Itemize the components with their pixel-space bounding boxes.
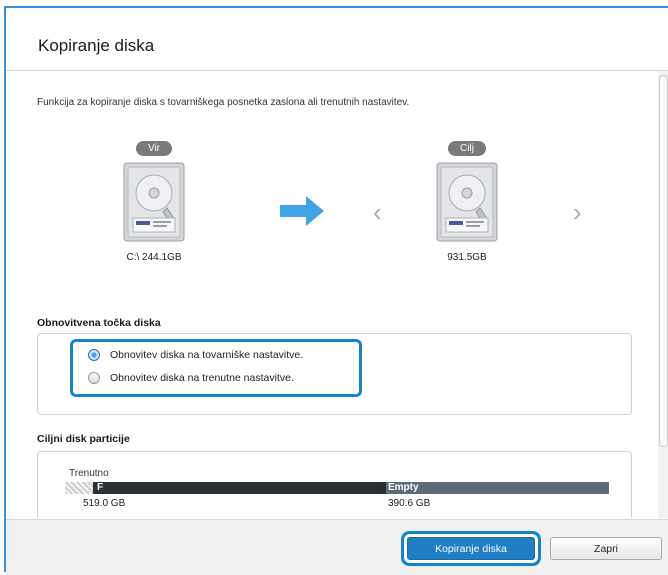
- radio-button-checked[interactable]: [88, 349, 100, 361]
- dialog-footer: Kopiranje diska Zapri: [6, 519, 668, 575]
- dialog-description: Funkcija za kopiranje diska s tovarniške…: [37, 97, 410, 108]
- hard-drive-icon: [436, 162, 498, 242]
- dialog-titlebar: Kopiranje diska: [6, 8, 668, 71]
- hard-drive-icon: [123, 162, 185, 242]
- source-label: Vir: [135, 141, 173, 156]
- arrow-right-icon: [278, 194, 326, 233]
- vertical-scrollbar[interactable]: [658, 71, 668, 518]
- reserved-partition-segment: [65, 482, 93, 494]
- partition-empty-label: Empty: [388, 482, 419, 493]
- partition-f-label: F: [97, 482, 104, 493]
- target-disk-size: 931.5GB: [447, 252, 487, 263]
- copy-disk-button[interactable]: Kopiranje diska: [407, 537, 535, 560]
- source-disk: Vir C:\ 244.1GB: [99, 138, 209, 263]
- current-partitions-label: Trenutno: [69, 468, 109, 479]
- scrollbar-thumb[interactable]: [659, 75, 668, 447]
- target-disk: Cilj 931.5GB: [412, 138, 522, 263]
- target-partitions-heading: Ciljni disk particije: [37, 433, 130, 445]
- empty-partition-segment: Empty: [386, 482, 609, 494]
- restore-option-current-label: Obnovitev diska na trenutne nastavitve.: [110, 372, 294, 384]
- close-button[interactable]: Zapri: [550, 537, 662, 560]
- previous-disk-chevron-icon[interactable]: ‹: [373, 197, 382, 228]
- partition-empty-size: 390.6 GB: [388, 498, 431, 509]
- restore-option-current[interactable]: Obnovitev diska na trenutne nastavitve.: [88, 372, 294, 384]
- restore-option-factory-label: Obnovitev diska na tovarniške nastavitve…: [110, 349, 304, 361]
- restore-options-group: Obnovitev diska na tovarniške nastavitve…: [70, 339, 362, 397]
- dialog-content: Funkcija za kopiranje diska s tovarniške…: [6, 71, 658, 518]
- next-disk-chevron-icon[interactable]: ›: [573, 197, 582, 228]
- dialog-title: Kopiranje diska: [38, 36, 155, 55]
- target-label: Cilj: [448, 141, 486, 156]
- restore-option-factory[interactable]: Obnovitev diska na tovarniške nastavitve…: [88, 349, 303, 361]
- restore-point-heading: Obnovitvena točka diska: [37, 317, 161, 329]
- partition-f-size: 519.0 GB: [83, 498, 126, 509]
- partition-bar: F Empty: [65, 482, 609, 494]
- source-disk-size: C:\ 244.1GB: [126, 252, 182, 263]
- radio-button-unchecked[interactable]: [88, 372, 100, 384]
